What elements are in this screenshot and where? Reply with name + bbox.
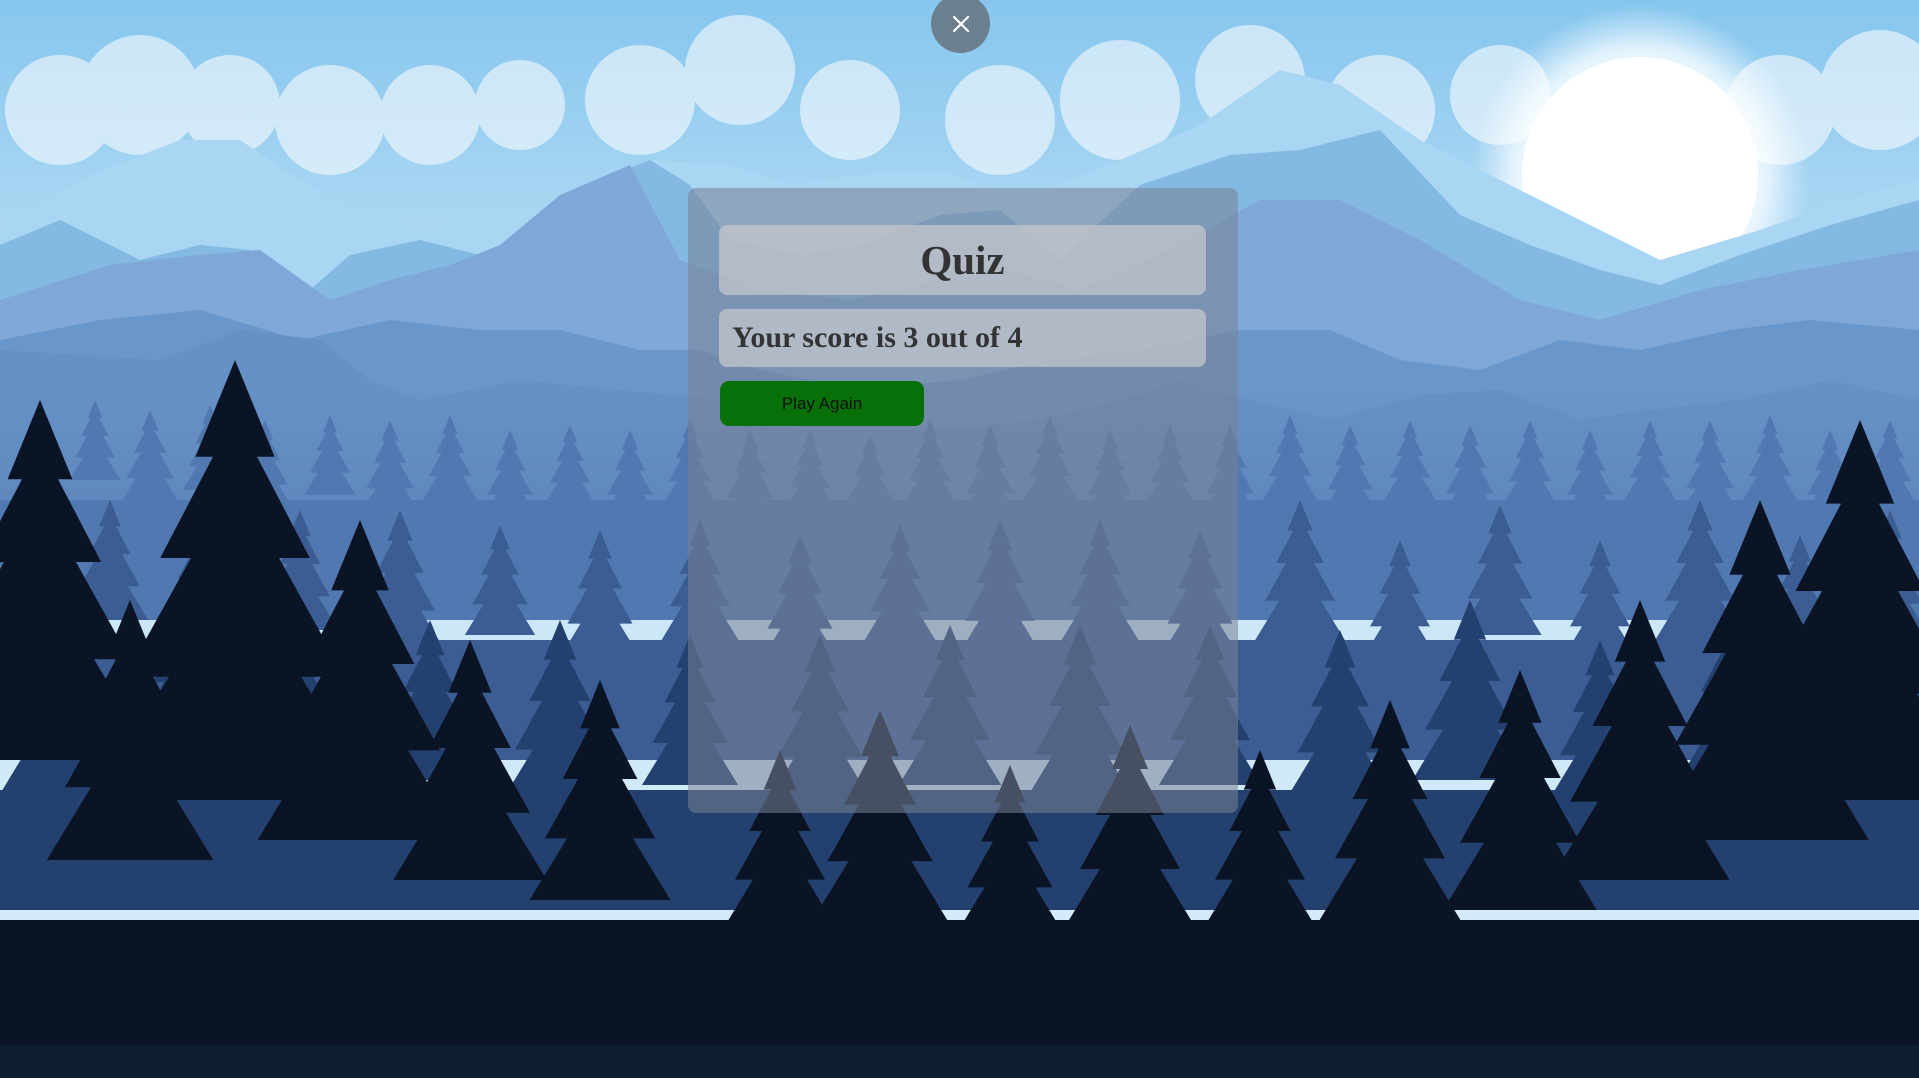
score-text: Your score is 3 out of 4 <box>732 321 1023 354</box>
close-icon <box>952 15 969 32</box>
quiz-panel: Quiz Your score is 3 out of 4 Play Again <box>688 188 1238 813</box>
play-again-button[interactable]: Play Again <box>720 381 924 426</box>
quiz-title: Quiz <box>920 237 1005 283</box>
quiz-title-box: Quiz <box>719 225 1206 295</box>
score-box: Your score is 3 out of 4 <box>719 309 1206 367</box>
